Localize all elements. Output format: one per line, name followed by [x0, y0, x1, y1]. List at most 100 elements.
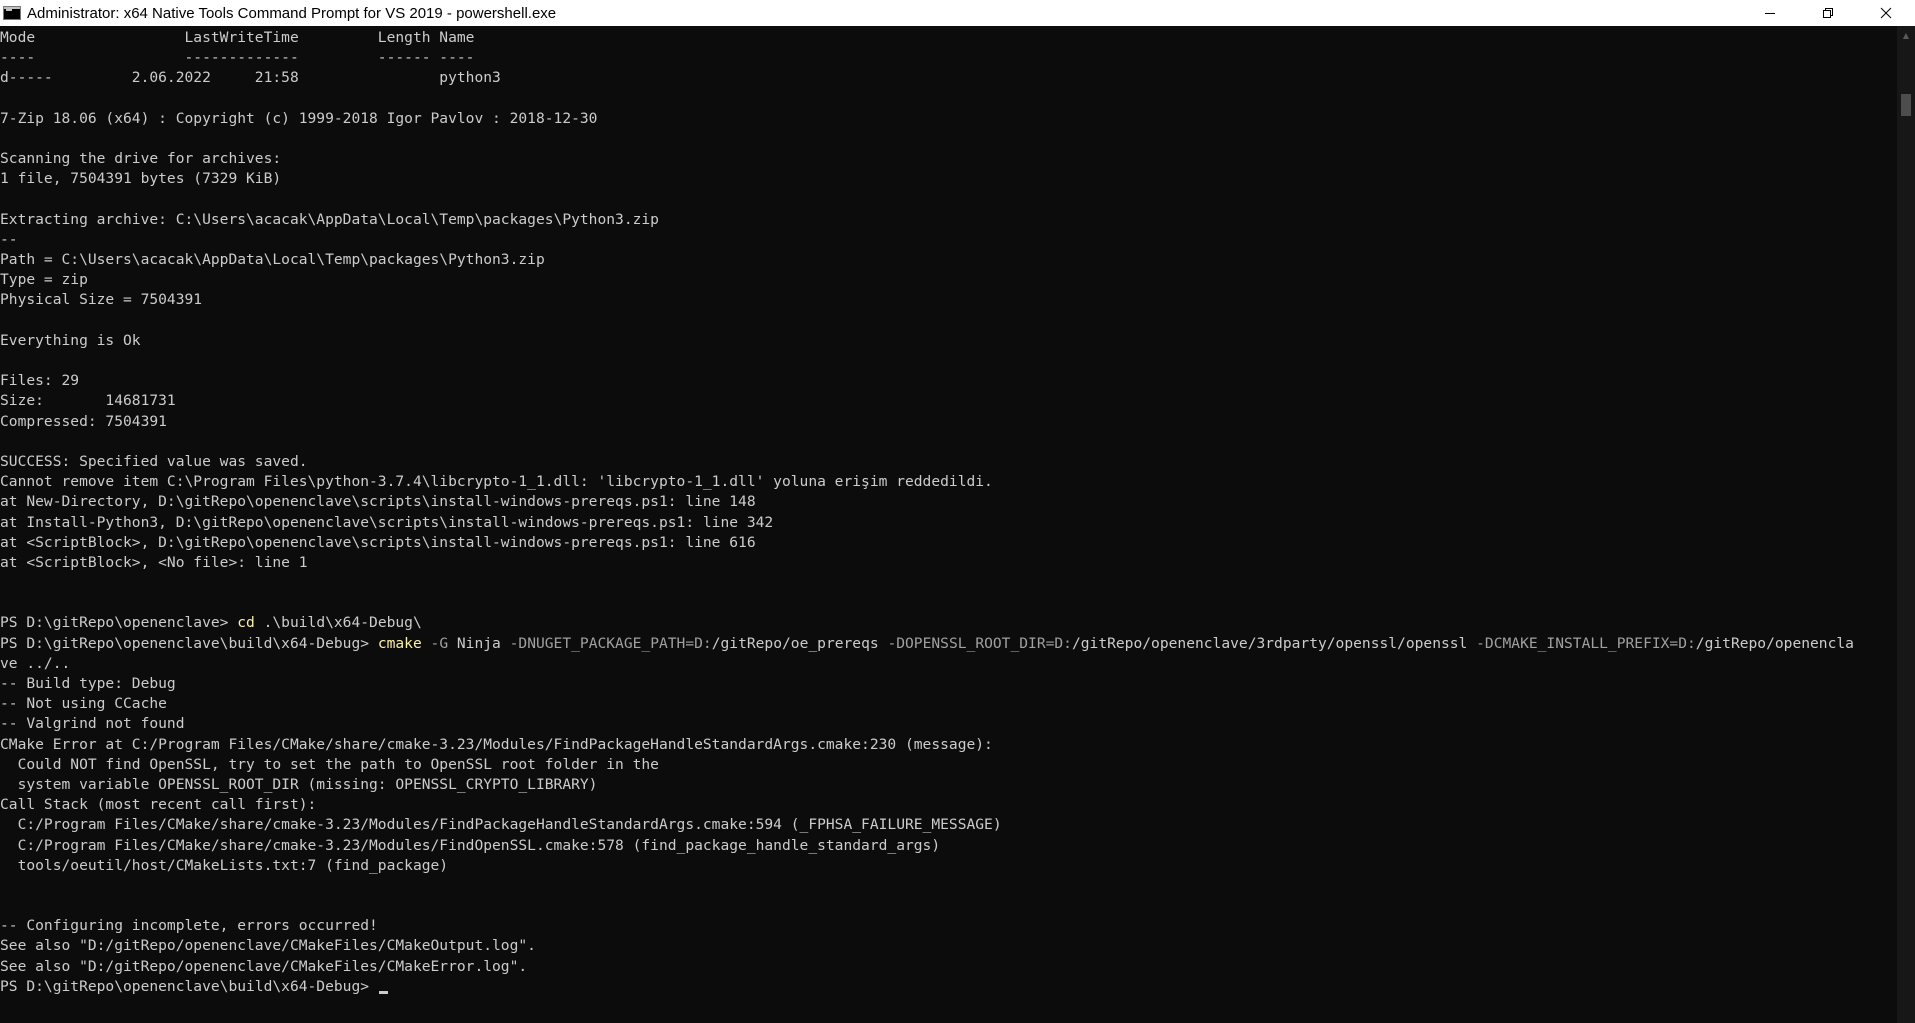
terminal-text-segment: PS D:\gitRepo\openenclave>: [0, 614, 238, 632]
terminal-text-segment: tools/oeutil/host/CMakeLists.txt:7 (find…: [0, 856, 449, 874]
terminal-text-segment: Mode LastWriteTime Length Name: [0, 29, 475, 46]
terminal-text-segment: cmake: [377, 634, 422, 652]
restore-button[interactable]: [1799, 0, 1857, 26]
terminal-text-segment: C:/Program Files/CMake/share/cmake-3.23/…: [0, 816, 1002, 834]
vertical-scrollbar[interactable]: ▲: [1897, 26, 1915, 1023]
terminal-text-segment: Type = zip: [0, 271, 88, 289]
terminal-line: See also "D:/gitRepo/openenclave/CMakeFi…: [0, 936, 1897, 956]
terminal-text-segment: -DOPENSSL_ROOT_DIR=D:: [887, 634, 1072, 652]
terminal-text-segment: ve ../..: [0, 654, 71, 672]
terminal-text-segment: cd: [237, 614, 255, 632]
terminal-line: Physical Size = 7504391: [0, 290, 1897, 310]
terminal-line: Type = zip: [0, 270, 1897, 290]
terminal-text-segment: d----- 2.06.2022 21:58 python3: [0, 69, 501, 87]
terminal-line: d----- 2.06.2022 21:58 python3: [0, 68, 1897, 88]
terminal-text-segment: Cannot remove item C:\Program Files\pyth…: [0, 473, 993, 491]
terminal-line: C:/Program Files/CMake/share/cmake-3.23/…: [0, 815, 1897, 835]
terminal-text-segment: Everything is Ok: [0, 331, 141, 349]
terminal-line: Could NOT find OpenSSL, try to set the p…: [0, 755, 1897, 775]
terminal-line: SUCCESS: Specified value was saved.: [0, 452, 1897, 472]
terminal-text-segment: /gitRepo/openencla: [1695, 634, 1854, 652]
terminal-text-segment: Could NOT find OpenSSL, try to set the p…: [0, 755, 659, 773]
window-controls: [1741, 0, 1915, 26]
terminal-text-segment: Physical Size = 7504391: [0, 291, 203, 309]
terminal-line: Mode LastWriteTime Length Name: [0, 28, 1897, 48]
terminal-text-segment: Ninja: [448, 634, 510, 652]
terminal-line: at <ScriptBlock>, D:\gitRepo\openenclave…: [0, 533, 1897, 553]
terminal-text-segment: See also "D:/gitRepo/openenclave/CMakeFi…: [0, 937, 536, 955]
close-button[interactable]: [1857, 0, 1915, 26]
terminal-text-segment: C:/Program Files/CMake/share/cmake-3.23/…: [0, 836, 941, 854]
terminal-line: -- Build type: Debug: [0, 674, 1897, 694]
title-bar[interactable]: Administrator: x64 Native Tools Command …: [0, 0, 1915, 26]
terminal-text-segment: Call Stack (most recent call first):: [0, 796, 317, 814]
terminal-line: C:/Program Files/CMake/share/cmake-3.23/…: [0, 836, 1897, 856]
terminal-line: --: [0, 230, 1897, 250]
terminal-text-segment: at Install-Python3, D:\gitRepo\openencla…: [0, 513, 774, 531]
terminal-line: system variable OPENSSL_ROOT_DIR (missin…: [0, 775, 1897, 795]
terminal-line: tools/oeutil/host/CMakeLists.txt:7 (find…: [0, 856, 1897, 876]
terminal-text-segment: /gitRepo/oe_prereqs: [711, 634, 888, 652]
minimize-button[interactable]: [1741, 0, 1799, 26]
terminal-text-segment: Path = C:\Users\acacak\AppData\Local\Tem…: [0, 251, 545, 269]
terminal-text-segment: Scanning the drive for archives:: [0, 150, 282, 168]
terminal-line: -- Valgrind not found: [0, 714, 1897, 734]
terminal-line: Path = C:\Users\acacak\AppData\Local\Tem…: [0, 250, 1897, 270]
terminal-line: PS D:\gitRepo\openenclave> cd .\build\x6…: [0, 613, 1897, 633]
terminal-text-segment: See also "D:/gitRepo/openenclave/CMakeFi…: [0, 957, 528, 975]
terminal-text-segment: -G: [421, 634, 449, 652]
text-cursor: [378, 990, 388, 994]
scroll-up-arrow-icon[interactable]: ▲: [1897, 26, 1915, 44]
cmd-console-icon[interactable]: [3, 6, 21, 20]
terminal-text-segment: Size: 14681731: [0, 392, 176, 410]
terminal-text-segment: -- Configuring incomplete, errors occurr…: [0, 917, 378, 935]
terminal-line: -- Configuring incomplete, errors occurr…: [0, 916, 1897, 936]
terminal-text-segment: -- Not using CCache: [0, 695, 167, 713]
terminal-text-segment: .\build\x64-Debug\: [254, 614, 422, 632]
terminal-text-segment: Compressed: 7504391: [0, 412, 167, 430]
terminal-line: at New-Directory, D:\gitRepo\openenclave…: [0, 492, 1897, 512]
window-title: Administrator: x64 Native Tools Command …: [27, 4, 557, 22]
console-window: Administrator: x64 Native Tools Command …: [0, 0, 1915, 1023]
terminal-text-segment: at New-Directory, D:\gitRepo\openenclave…: [0, 493, 756, 511]
terminal-line: See also "D:/gitRepo/openenclave/CMakeFi…: [0, 957, 1897, 977]
scrollbar-thumb[interactable]: [1901, 94, 1911, 116]
terminal-text-segment: /gitRepo/openenclave/3rdparty/openssl/op…: [1071, 634, 1477, 652]
terminal-line: Size: 14681731: [0, 391, 1897, 411]
close-icon: [1880, 7, 1892, 19]
terminal-line: CMake Error at C:/Program Files/CMake/sh…: [0, 735, 1897, 755]
terminal-line: PS D:\gitRepo\openenclave\build\x64-Debu…: [0, 634, 1897, 654]
terminal-text-segment: at <ScriptBlock>, D:\gitRepo\openenclave…: [0, 533, 756, 551]
terminal-line: 7-Zip 18.06 (x64) : Copyright (c) 1999-2…: [0, 109, 1897, 129]
terminal-line: Scanning the drive for archives:: [0, 149, 1897, 169]
terminal-text-segment: --: [0, 230, 18, 248]
terminal-text-segment: -DCMAKE_INSTALL_PREFIX=D:: [1476, 634, 1696, 652]
terminal-text-segment: at <ScriptBlock>, <No file>: line 1: [0, 553, 308, 571]
terminal-line: Extracting archive: C:\Users\acacak\AppD…: [0, 210, 1897, 230]
terminal-text-segment: PS D:\gitRepo\openenclave\build\x64-Debu…: [0, 634, 378, 652]
terminal-output[interactable]: Mode LastWriteTime Length Name ---- -----…: [0, 26, 1897, 1023]
terminal-line: Call Stack (most recent call first):: [0, 795, 1897, 815]
terminal-text-segment: system variable OPENSSL_ROOT_DIR (missin…: [0, 775, 598, 793]
terminal-line: -- Not using CCache: [0, 694, 1897, 714]
terminal-line: at Install-Python3, D:\gitRepo\openencla…: [0, 513, 1897, 533]
terminal-text-segment: SUCCESS: Specified value was saved.: [0, 452, 308, 470]
terminal-text-segment: 1 file, 7504391 bytes (7329 KiB): [0, 170, 282, 188]
terminal-line: ---- ------------- ------ ----: [0, 48, 1897, 68]
terminal-text-segment: -- Valgrind not found: [0, 715, 185, 733]
terminal-line: 1 file, 7504391 bytes (7329 KiB): [0, 169, 1897, 189]
terminal-text-segment: ---- ------------- ------ ----: [0, 49, 475, 67]
terminal-text-segment: PS D:\gitRepo\openenclave\build\x64-Debu…: [0, 977, 378, 995]
terminal-line: PS D:\gitRepo\openenclave\build\x64-Debu…: [0, 977, 1897, 997]
terminal-text-segment: 7-Zip 18.06 (x64) : Copyright (c) 1999-2…: [0, 109, 598, 127]
terminal-line: ve ../..: [0, 654, 1897, 674]
minimize-icon: [1765, 13, 1775, 14]
terminal-line: Everything is Ok: [0, 331, 1897, 351]
terminal-text-segment: -- Build type: Debug: [0, 675, 176, 692]
